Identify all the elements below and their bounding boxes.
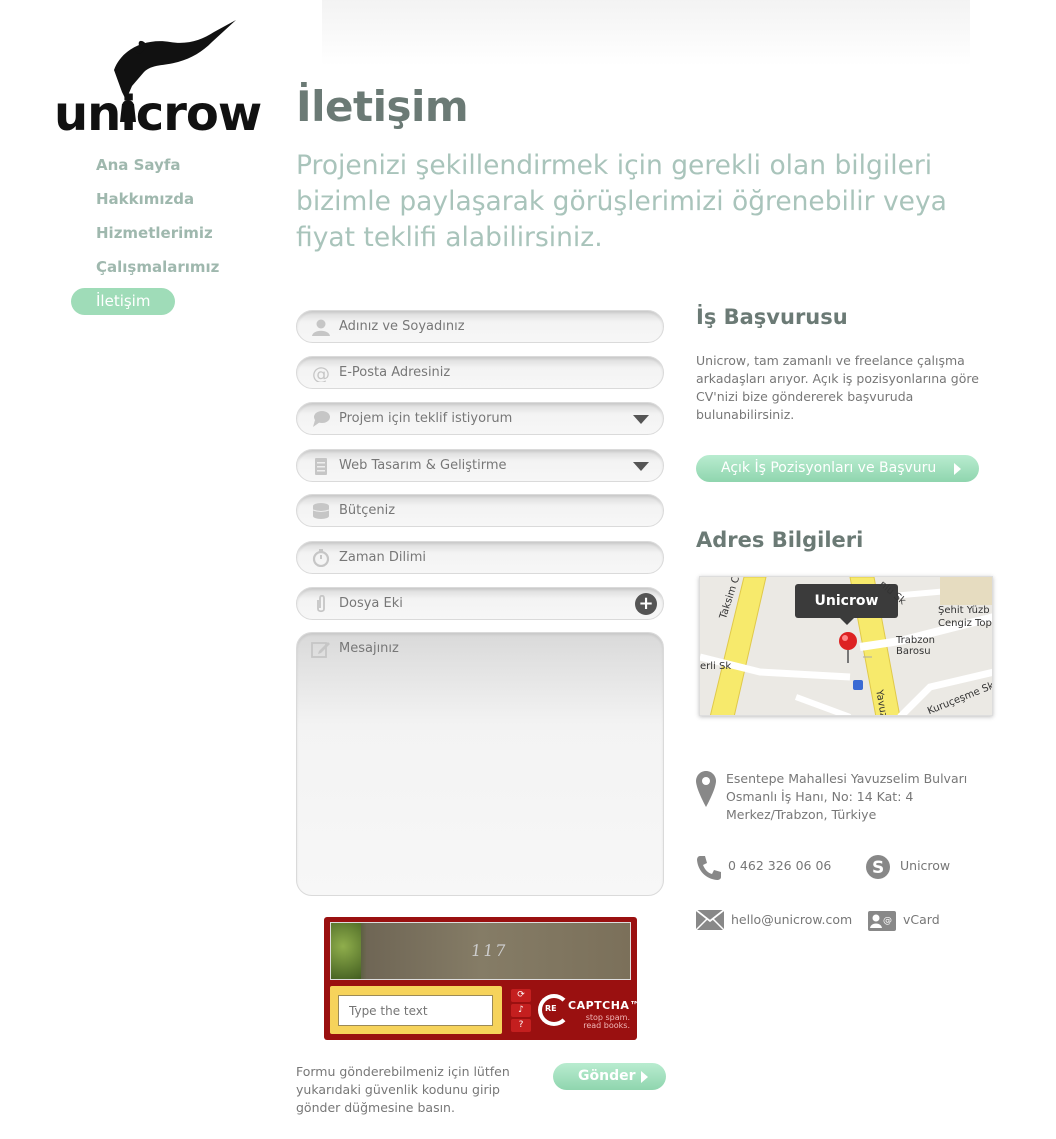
email-placeholder: E-Posta Adresiniz	[339, 365, 451, 380]
svg-text:@: @	[883, 916, 892, 926]
attachment-placeholder: Dosya Eki	[339, 596, 403, 611]
skype-name[interactable]: Unicrow	[900, 857, 950, 875]
intro-text: Projenizi şekillendirmek için gerekli ol…	[296, 150, 947, 253]
budget-field[interactable]: Bütçeniz	[296, 494, 664, 527]
timeframe-field[interactable]: Zaman Dilimi	[296, 541, 664, 574]
open-positions-button[interactable]: Açık İş Pozisyonları ve Başvuru	[696, 455, 979, 482]
recaptcha-prefix: RE	[545, 1004, 557, 1013]
user-icon	[312, 319, 330, 336]
recaptcha-tagline-2: read books.	[583, 1021, 630, 1030]
captcha-input[interactable]	[338, 995, 493, 1026]
clipboard-icon	[315, 458, 327, 475]
nav-item-contact[interactable]: İletişim	[71, 288, 175, 315]
message-placeholder: Mesajınız	[339, 641, 399, 656]
phone-number[interactable]: 0 462 326 06 06	[728, 857, 831, 875]
nav-item-services[interactable]: Hizmetlerimiz	[71, 220, 261, 247]
logo-text: unicrow	[54, 86, 262, 142]
address-block: Esentepe Mahallesi Yavuzselim Bulvarı Os…	[726, 770, 967, 824]
at-icon: @	[312, 364, 330, 382]
address-line-1: Esentepe Mahallesi Yavuzselim Bulvarı	[726, 771, 968, 786]
edit-icon	[311, 642, 330, 658]
form-note: Formu gönderebilmeniz için lütfen yukarı…	[296, 1064, 510, 1115]
recaptcha-tagline: stop spam. read books.	[576, 1014, 630, 1030]
recaptcha-brand: CAPTCHA™	[568, 999, 641, 1012]
arrow-right-icon	[641, 1071, 648, 1083]
service-select[interactable]: Web Tasarım & Geliştirme	[296, 449, 664, 482]
open-positions-label: Açık İş Pozisyonları ve Başvuru	[721, 460, 937, 476]
stopwatch-icon	[312, 549, 330, 567]
captcha-code: 117	[469, 941, 509, 960]
help-icon[interactable]: ?	[511, 1019, 531, 1032]
add-file-icon[interactable]: +	[635, 593, 657, 615]
captcha-image: 117	[330, 922, 631, 980]
main-nav: Ana Sayfa Hakkımızda Hizmetlerimiz Çalış…	[71, 152, 261, 322]
location-map[interactable]: Unicrow Taksim Cd Şehit Yüzb Cengiz Tope…	[699, 576, 993, 716]
map-pin-icon	[696, 771, 716, 807]
captcha-input-area	[330, 986, 502, 1034]
submit-button[interactable]: Gönder	[553, 1063, 666, 1090]
map-label: Cengiz Tope	[938, 618, 993, 629]
speech-bubble-icon	[313, 411, 330, 427]
header-shadow	[322, 0, 970, 66]
address-heading: Adres Bilgileri	[696, 528, 864, 552]
audio-icon[interactable]: ♪	[511, 1004, 531, 1017]
svg-text:S: S	[872, 858, 884, 878]
address-line-2: Osmanlı İş Hanı, No: 14 Kat: 4	[726, 789, 914, 804]
budget-placeholder: Bütçeniz	[339, 503, 396, 518]
map-label: erli Sk	[700, 661, 732, 672]
address-line-3: Merkez/Trabzon, Türkiye	[726, 807, 877, 822]
request-type-select[interactable]: Projem için teklif istiyorum	[296, 402, 664, 435]
map-label: Barosu	[896, 646, 931, 657]
map-label: Trabzon	[896, 635, 935, 646]
svg-text:@: @	[312, 364, 330, 382]
submit-label: Gönder	[578, 1068, 636, 1084]
arrow-right-icon	[954, 463, 961, 475]
chevron-down-icon	[633, 415, 649, 424]
job-heading: İş Başvurusu	[696, 305, 848, 329]
unicrow-logo[interactable]: unicrow	[52, 18, 266, 138]
mail-icon	[696, 910, 724, 930]
job-text: Unicrow, tam zamanlı ve freelance çalışm…	[696, 353, 979, 422]
recaptcha-widget: 117 ⟳ ♪ ? RE CAPTCHA™ stop spam. read bo…	[324, 917, 640, 1040]
nav-item-home[interactable]: Ana Sayfa	[71, 152, 261, 179]
request-type-value: Projem için teklif istiyorum	[339, 411, 513, 426]
map-label: Şehit Yüzb	[938, 605, 990, 616]
attachment-field[interactable]: Dosya Eki +	[296, 587, 664, 620]
phone-icon	[697, 856, 721, 880]
name-placeholder: Adınız ve Soyadınız	[339, 319, 465, 334]
service-value: Web Tasarım & Geliştirme	[339, 458, 507, 473]
paperclip-icon	[317, 595, 325, 613]
name-field[interactable]: Adınız ve Soyadınız	[296, 310, 664, 343]
refresh-icon[interactable]: ⟳	[511, 989, 531, 1002]
skype-icon: S	[866, 855, 890, 879]
vcard-icon: @	[868, 911, 896, 931]
recaptcha-logo: RE CAPTCHA™ stop spam. read books.	[538, 990, 640, 1034]
nav-item-works[interactable]: Çalışmalarımız	[71, 254, 261, 281]
nav-item-about[interactable]: Hakkımızda	[71, 186, 261, 213]
chevron-down-icon	[633, 462, 649, 471]
coins-icon	[312, 503, 330, 519]
timeframe-placeholder: Zaman Dilimi	[339, 550, 426, 565]
email-link[interactable]: hello@unicrow.com	[731, 911, 852, 929]
message-textarea[interactable]: Mesajınız	[296, 632, 664, 896]
vcard-link[interactable]: vCard	[903, 911, 940, 929]
page-title: İletişim	[296, 82, 469, 131]
email-field[interactable]: @ E-Posta Adresiniz	[296, 356, 664, 389]
